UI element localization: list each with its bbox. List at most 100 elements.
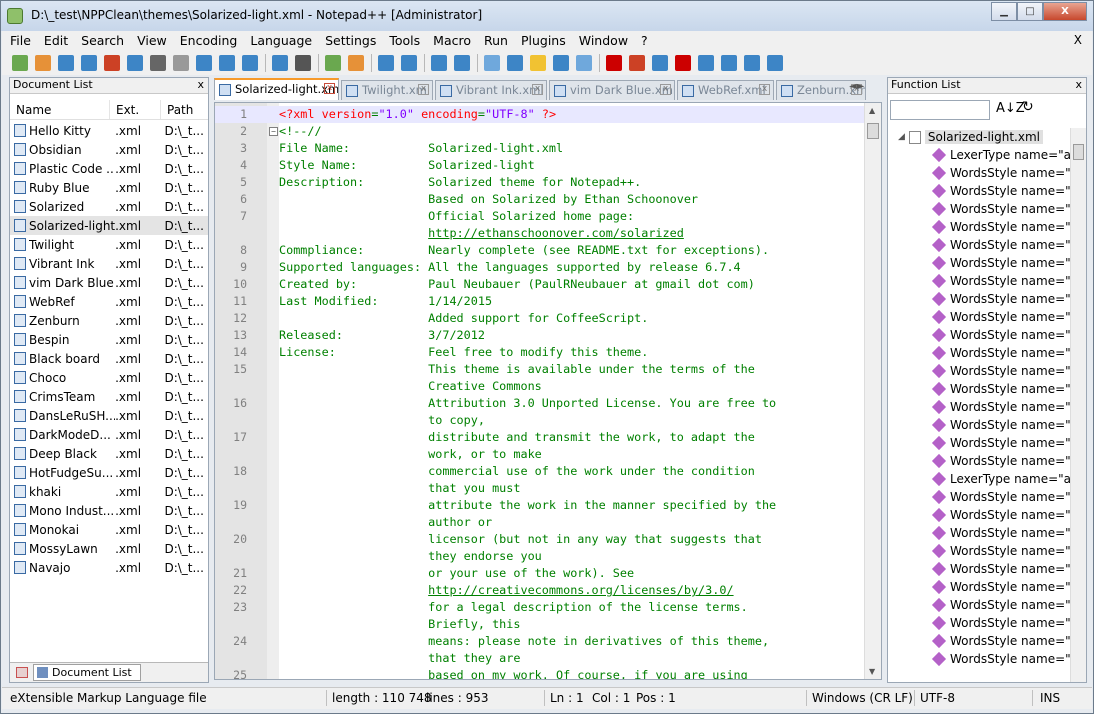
toolbar-button-icon[interactable]: [295, 54, 311, 71]
function-list-item[interactable]: WordsStyle name="ST: [888, 632, 1070, 650]
document-list-panel-tab[interactable]: Document List: [33, 664, 141, 681]
code-line[interactable]: 10 Created by: Paul Neubauer (PaulRNeubau…: [215, 276, 865, 293]
maximize-button[interactable]: □: [1017, 2, 1043, 21]
document-list-row[interactable]: Navajo .xml D:\_t...: [10, 558, 208, 577]
url-link[interactable]: http://ethanschoonover.com/solarized: [428, 226, 684, 240]
close-window-button[interactable]: X: [1043, 2, 1087, 21]
toolbar-button-icon[interactable]: [35, 54, 51, 71]
code-line[interactable]: 13 Released: 3/7/2012: [215, 327, 865, 344]
function-tree-root[interactable]: ◢ Solarized-light.xml: [888, 128, 1070, 146]
toolbar-button-icon[interactable]: [721, 54, 737, 71]
code-line[interactable]: to copy,: [215, 412, 865, 429]
toolbar-button-icon[interactable]: [675, 54, 691, 71]
document-list-row[interactable]: Solarized-light .xml D:\_t...: [10, 216, 208, 235]
toolbar-button-icon[interactable]: [219, 54, 235, 71]
toolbar-button-icon[interactable]: [698, 54, 714, 71]
code-line[interactable]: they endorse you: [215, 548, 865, 565]
function-list-item[interactable]: WordsStyle name="DE: [888, 164, 1070, 182]
document-list-row[interactable]: Monokai .xml D:\_t...: [10, 520, 208, 539]
document-list-row[interactable]: MossyLawn .xml D:\_t...: [10, 539, 208, 558]
menu-settings[interactable]: Settings: [325, 33, 376, 48]
toolbar-button-icon[interactable]: [431, 54, 447, 71]
code-line[interactable]: 19 attribute the work in the manner spec…: [215, 497, 865, 514]
function-list-item[interactable]: WordsStyle name="CH: [888, 596, 1070, 614]
status-insert-mode[interactable]: INS: [1040, 691, 1060, 705]
document-list-row[interactable]: Vibrant Ink .xml D:\_t...: [10, 254, 208, 273]
document-list-row[interactable]: Plastic Code ... .xml D:\_t...: [10, 159, 208, 178]
document-list-row[interactable]: Twilight .xml D:\_t...: [10, 235, 208, 254]
code-line[interactable]: Creative Commons: [215, 378, 865, 395]
status-encoding[interactable]: UTF-8: [920, 691, 955, 705]
status-eol[interactable]: Windows (CR LF): [812, 691, 913, 705]
url-link[interactable]: http://creativecommons.org/licenses/by/3…: [428, 583, 733, 597]
document-list-row[interactable]: Hello Kitty .xml D:\_t...: [10, 121, 208, 140]
toolbar-button-icon[interactable]: [272, 54, 288, 71]
menu-run[interactable]: Run: [484, 33, 508, 48]
code-line[interactable]: 23 for a legal description of the licens…: [215, 599, 865, 616]
toolbar-button-icon[interactable]: [196, 54, 212, 71]
document-list-row[interactable]: vim Dark Blue .xml D:\_t...: [10, 273, 208, 292]
function-list-item[interactable]: WordsStyle name="CO: [888, 452, 1070, 470]
toolbar-button-icon[interactable]: [104, 54, 120, 71]
close-document-button[interactable]: X: [1074, 33, 1082, 47]
minimize-button[interactable]: ▁: [991, 2, 1017, 21]
toolbar-button-icon[interactable]: [530, 54, 546, 71]
function-list-item[interactable]: WordsStyle name="FU: [888, 182, 1070, 200]
function-list-item[interactable]: WordsStyle name="ST: [888, 272, 1070, 290]
toolbar-button-icon[interactable]: [767, 54, 783, 71]
function-list-item[interactable]: WordsStyle name="DE: [888, 560, 1070, 578]
tab-close-icon[interactable]: x: [324, 83, 335, 94]
document-list-row[interactable]: Deep Black .xml D:\_t...: [10, 444, 208, 463]
tab-close-icon[interactable]: x: [759, 84, 770, 95]
code-line[interactable]: Briefly, this: [215, 616, 865, 633]
collapse-triangle-icon[interactable]: ◢: [898, 132, 905, 142]
editor-vertical-scrollbar[interactable]: ▲ ▼: [864, 103, 881, 679]
toolbar-button-icon[interactable]: [629, 54, 645, 71]
document-list-row[interactable]: khaki .xml D:\_t...: [10, 482, 208, 501]
menu-plugins[interactable]: Plugins: [521, 33, 566, 48]
toolbar-button-icon[interactable]: [58, 54, 74, 71]
function-list-item[interactable]: WordsStyle name="CH: [888, 290, 1070, 308]
fold-collapse-icon[interactable]: −: [269, 127, 278, 136]
function-list-item[interactable]: WordsStyle name="TY: [888, 236, 1070, 254]
toolbar-button-icon[interactable]: [378, 54, 394, 71]
tab-vim-dark-blue-xml[interactable]: vim Dark Blue.xml x: [549, 80, 675, 100]
toolbar-button-icon[interactable]: [12, 54, 28, 71]
code-line[interactable]: 25 based on my work. Of course, if you a…: [215, 667, 865, 679]
function-list-item[interactable]: WordsStyle name="CH: [888, 578, 1070, 596]
toolbar-button-icon[interactable]: [173, 54, 189, 71]
menu-macro[interactable]: Macro: [433, 33, 471, 48]
code-line[interactable]: 8 Commpliance: Nearly complete (see READM…: [215, 242, 865, 259]
tab-close-icon[interactable]: x: [532, 84, 543, 95]
code-line[interactable]: 20 licensor (but not in any way that sug…: [215, 531, 865, 548]
document-list-row[interactable]: WebRef .xml D:\_t...: [10, 292, 208, 311]
code-line[interactable]: 24 means: please note in derivatives of …: [215, 633, 865, 650]
code-line[interactable]: 16 Attribution 3.0 Unported License. You…: [215, 395, 865, 412]
code-line[interactable]: 3 File Name: Solarized-light.xml: [215, 140, 865, 157]
tab-webref-xml[interactable]: WebRef.xml x: [677, 80, 774, 100]
function-list-scroll-thumb[interactable]: [1073, 144, 1084, 160]
function-list-scrollbar[interactable]: [1070, 128, 1086, 682]
function-list-item[interactable]: WordsStyle name="CO: [888, 416, 1070, 434]
menu-encoding[interactable]: Encoding: [180, 33, 238, 48]
document-list-row[interactable]: DarkModeD... .xml D:\_t...: [10, 425, 208, 444]
menu-tools[interactable]: Tools: [389, 33, 420, 48]
code-line[interactable]: that you must: [215, 480, 865, 497]
toolbar-button-icon[interactable]: [606, 54, 622, 71]
toolbar-button-icon[interactable]: [348, 54, 364, 71]
toolbar-button-icon[interactable]: [401, 54, 417, 71]
toolbar-button-icon[interactable]: [553, 54, 569, 71]
menu-file[interactable]: File: [10, 33, 31, 48]
code-line[interactable]: 15 This theme is available under the ter…: [215, 361, 865, 378]
function-list-item[interactable]: WordsStyle name="NU: [888, 254, 1070, 272]
function-list-item[interactable]: WordsStyle name="PR: [888, 200, 1070, 218]
document-list-row[interactable]: Black board .xml D:\_t...: [10, 349, 208, 368]
code-content[interactable]: 1 <?xml version="1.0" encoding="UTF-8" ?>…: [215, 106, 865, 679]
code-line[interactable]: 9 Supported languages: All the languages …: [215, 259, 865, 276]
tab-close-icon[interactable]: x: [418, 84, 429, 95]
menu-view[interactable]: View: [137, 33, 167, 48]
function-list-item[interactable]: WordsStyle name="RE: [888, 344, 1070, 362]
code-line[interactable]: 7 Official Solarized home page:: [215, 208, 865, 225]
code-line[interactable]: 1 <?xml version="1.0" encoding="UTF-8" ?>: [215, 106, 865, 123]
function-list-item[interactable]: WordsStyle name="VE: [888, 326, 1070, 344]
